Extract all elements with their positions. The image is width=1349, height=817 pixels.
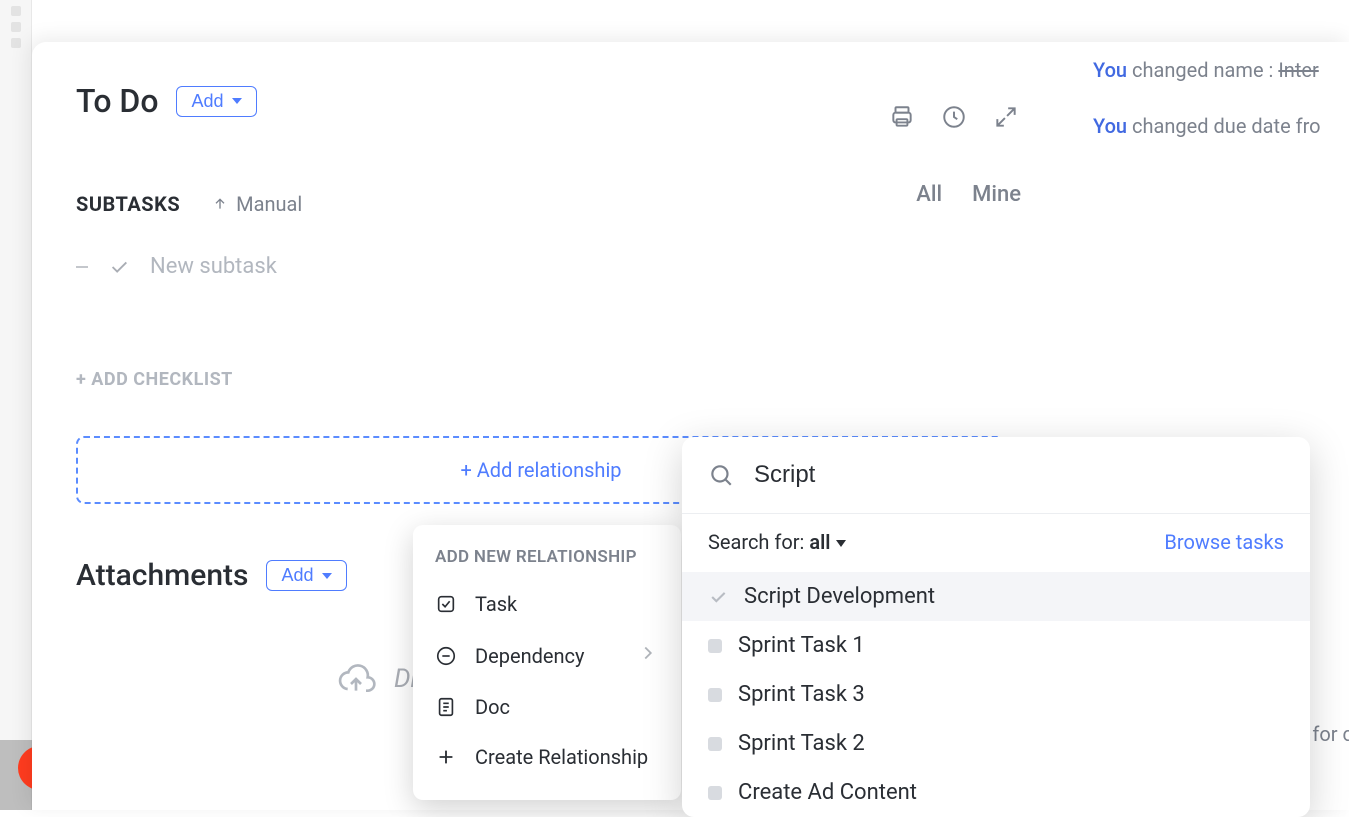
attachments-add-button[interactable]: Add — [266, 560, 346, 591]
browse-tasks-link[interactable]: Browse tasks — [1164, 530, 1284, 554]
activity-entry: You changed due date fro — [1093, 98, 1349, 154]
search-scope[interactable]: Search for: all — [708, 530, 846, 554]
option-label: Create Relationship — [475, 745, 648, 769]
plus-icon — [435, 746, 457, 768]
activity-old: Inter — [1278, 58, 1318, 82]
subtasks-header: SUBTASKS Manual — [76, 192, 1349, 216]
search-icon — [708, 462, 734, 488]
new-subtask-placeholder: New subtask — [150, 254, 277, 279]
chevron-down-icon — [836, 540, 846, 547]
task-icon — [435, 593, 457, 615]
sort-label: Manual — [236, 192, 302, 216]
new-subtask-row[interactable]: New subtask — [76, 254, 1349, 279]
search-for-value: all — [809, 530, 830, 554]
tab-mine[interactable]: Mine — [972, 182, 1021, 207]
option-label: Dependency — [475, 644, 584, 668]
add-label: Add — [281, 565, 313, 586]
activity-actor: You — [1093, 58, 1127, 82]
result-name: Sprint Task 1 — [738, 633, 865, 658]
drag-handle-icon — [76, 266, 88, 268]
expand-icon[interactable] — [993, 104, 1019, 134]
print-icon[interactable] — [889, 104, 915, 134]
status-marker-icon — [708, 639, 722, 653]
status-marker-icon — [708, 688, 722, 702]
attachments-title: Attachments — [76, 558, 248, 593]
panel-actions — [889, 104, 1019, 134]
relationship-option-dependency[interactable]: Dependency — [413, 629, 681, 682]
add-label: Add — [191, 91, 223, 112]
status-add-button[interactable]: Add — [176, 86, 256, 117]
search-bar — [682, 437, 1310, 514]
task-search-popup: Search for: all Browse tasks Script Deve… — [682, 437, 1310, 817]
activity-text: changed due date fro — [1127, 114, 1321, 138]
relationship-option-create[interactable]: Create Relationship — [413, 732, 681, 782]
relationship-option-doc[interactable]: Doc — [413, 682, 681, 732]
history-icon[interactable] — [941, 104, 967, 134]
search-result[interactable]: Sprint Task 2 — [682, 719, 1310, 768]
dependency-icon — [435, 645, 457, 667]
relationship-menu-header: ADD NEW RELATIONSHIP — [413, 547, 681, 579]
status-marker-icon — [708, 737, 722, 751]
search-result[interactable]: Sprint Task 1 — [682, 621, 1310, 670]
doc-icon — [435, 696, 457, 718]
option-label: Task — [475, 592, 517, 616]
result-name: Sprint Task 2 — [738, 731, 865, 756]
relationship-option-task[interactable]: Task — [413, 579, 681, 629]
search-result[interactable]: Script Development — [682, 572, 1310, 621]
activity-text: changed name : — [1127, 58, 1278, 82]
relationship-menu: ADD NEW RELATIONSHIP Task Dependency Doc… — [413, 525, 681, 800]
option-label: Doc — [475, 695, 510, 719]
subtasks-sort[interactable]: Manual — [212, 192, 302, 216]
activity-filter-tabs: All Mine — [916, 182, 1021, 207]
search-input[interactable] — [754, 461, 1284, 489]
activity-log: You changed name : Inter You changed due… — [1093, 42, 1349, 154]
check-icon — [108, 256, 130, 278]
result-name: Sprint Task 3 — [738, 682, 865, 707]
subtasks-label: SUBTASKS — [76, 192, 180, 216]
result-name: Script Development — [744, 584, 935, 609]
activity-actor: You — [1093, 114, 1127, 138]
status-marker-icon — [708, 786, 722, 800]
search-for-label: Search for: — [708, 530, 809, 554]
result-name: Create Ad Content — [738, 780, 917, 805]
tab-all[interactable]: All — [916, 182, 942, 207]
activity-entry: You changed name : Inter — [1093, 42, 1349, 98]
add-checklist-button[interactable]: + ADD CHECKLIST — [76, 369, 1349, 390]
search-meta-row: Search for: all Browse tasks — [682, 514, 1310, 572]
chevron-right-icon — [637, 642, 659, 669]
status-title: To Do — [76, 82, 158, 120]
check-icon — [708, 587, 728, 607]
add-relationship-label: + Add relationship — [460, 458, 621, 482]
search-result[interactable]: Sprint Task 3 — [682, 670, 1310, 719]
truncated-text: for c — [1312, 722, 1349, 746]
upload-cloud-icon — [336, 659, 376, 699]
